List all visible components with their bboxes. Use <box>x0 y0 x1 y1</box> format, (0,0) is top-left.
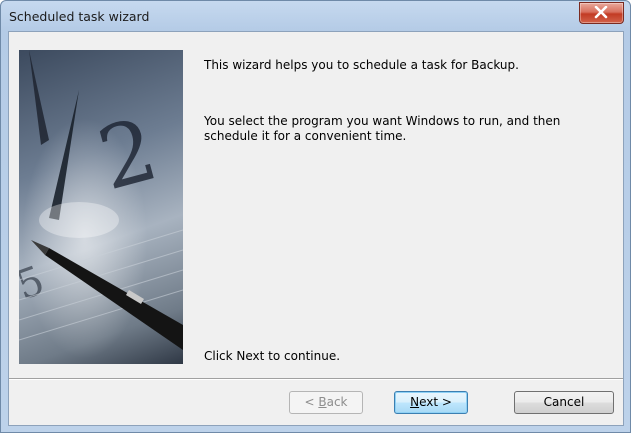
clock-and-pen-image: 2 5 <box>19 50 183 364</box>
svg-text:5: 5 <box>19 257 50 309</box>
back-mnemonic: B <box>318 395 327 409</box>
next-rest: ext > <box>419 395 452 409</box>
wizard-window: Scheduled task wizard 2 5 This wizard he… <box>0 0 631 433</box>
close-button[interactable] <box>579 2 624 24</box>
next-button[interactable]: Next > <box>394 391 468 414</box>
title-bar[interactable]: Scheduled task wizard <box>1 1 630 31</box>
next-mnemonic: N <box>410 395 420 409</box>
back-prefix: < <box>304 395 319 409</box>
wizard-body: 2 5 This wizard helps you to schedule a … <box>8 31 624 426</box>
description-text: You select the program you want Windows … <box>204 114 561 143</box>
button-separator <box>9 378 623 380</box>
intro-text: This wizard helps you to schedule a task… <box>204 58 519 72</box>
continue-text: Click Next to continue. <box>204 349 341 363</box>
window-title: Scheduled task wizard <box>9 9 150 24</box>
back-button[interactable]: < Back <box>289 391 363 414</box>
svg-text:2: 2 <box>89 100 168 211</box>
close-icon <box>594 6 608 19</box>
back-rest: ack <box>326 395 348 409</box>
cancel-button[interactable]: Cancel <box>514 391 614 414</box>
